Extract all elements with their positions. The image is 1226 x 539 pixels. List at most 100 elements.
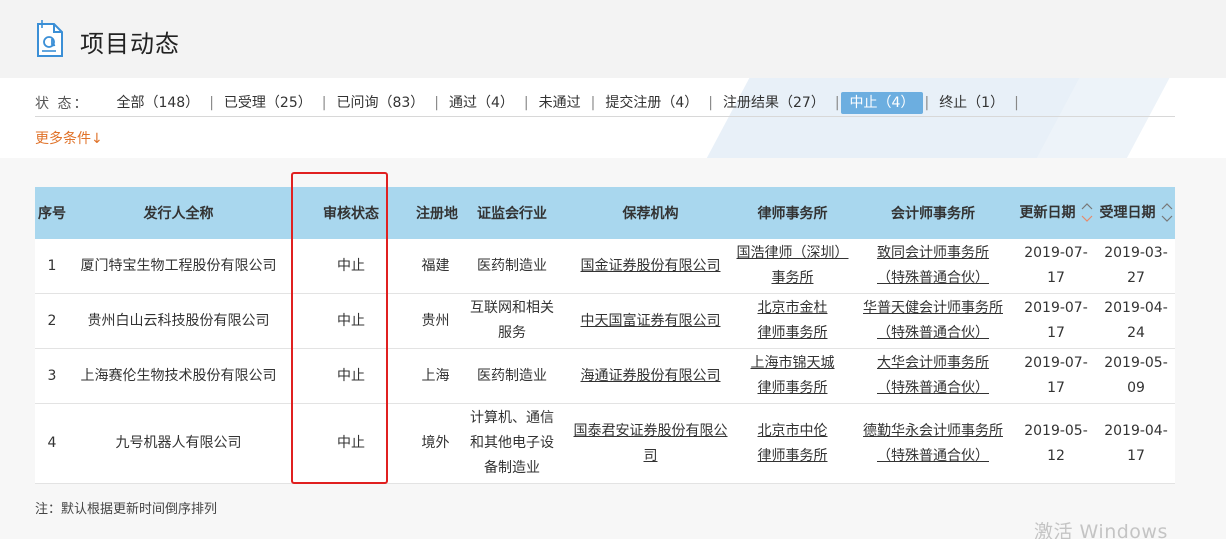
status-filter-item[interactable]: 注册结果（27） xyxy=(714,92,834,114)
cell-accounting-firm-line[interactable]: （特殊普通合伙） xyxy=(877,325,989,341)
sort-up-icon xyxy=(1161,203,1172,210)
cell-region: 境外 xyxy=(414,403,457,484)
table-body: 1 厦门特宝生物工程股份有限公司 中止 福建 医药制造业 国金证券股份有限公司 国浩律师（深… xyxy=(35,239,1175,484)
cell-status-text: 中止 xyxy=(337,367,365,384)
more-conditions-link[interactable]: 更多条件↓ xyxy=(35,128,103,148)
filter-separator: | xyxy=(590,95,596,111)
table-header-row: 序号 发行人全称 审核状态 注册地 证监会行业 保荐机构 律师事务所 会计师事务… xyxy=(35,187,1175,239)
status-filter-item[interactable]: 通过（4） xyxy=(440,92,523,114)
cell-issuer-text: 九号机器人有限公司 xyxy=(115,435,242,451)
cell-law-firm-line[interactable]: 北京市中伦 xyxy=(758,423,828,439)
cell-updated-date-text: 2019-07-17 xyxy=(1024,355,1088,396)
table-row: 3 上海赛伦生物技术股份有限公司 中止 上海 医药制造业 海通证券股份有限公司 上海市锦天城… xyxy=(35,348,1175,404)
cell-sponsor[interactable]: 国泰君安证券股份有限公司 xyxy=(567,403,734,484)
column-header-law-firm: 律师事务所 xyxy=(734,187,851,239)
cell-no: 2 xyxy=(35,293,69,349)
cell-no-text: 4 xyxy=(47,435,57,451)
cell-accounting-firm-line[interactable]: 华普天健会计师事务所 xyxy=(863,300,1003,316)
cell-no: 1 xyxy=(35,239,69,294)
cell-industry-line: 备制造业 xyxy=(484,460,540,476)
table-row: 2 贵州白山云科技股份有限公司 中止 贵州 互联网和相关 服务 中天国富证券有限公司 北京市金… xyxy=(35,293,1175,349)
filter-separator: | xyxy=(1014,95,1019,111)
column-header-issuer: 发行人全称 xyxy=(69,187,288,239)
cell-updated-date: 2019-07-17 xyxy=(1015,293,1097,349)
sort-arrows-icon[interactable] xyxy=(1161,200,1173,226)
cell-law-firm-line[interactable]: 律师事务所 xyxy=(758,325,828,341)
cell-law-firm[interactable]: 北京市中伦律师事务所 xyxy=(734,403,851,484)
cell-industry-line: 互联网和相关 xyxy=(470,300,554,316)
cell-status-text: 中止 xyxy=(337,435,365,451)
cell-region: 上海 xyxy=(414,348,457,404)
cell-law-firm-line[interactable]: 上海市锦天城 xyxy=(751,355,835,371)
status-filter-item[interactable]: 未通过 xyxy=(530,92,590,114)
status-filter-item[interactable]: 终止（1） xyxy=(930,92,1013,114)
column-header-updated-date[interactable]: 更新日期 xyxy=(1015,187,1097,239)
column-header-accepted-date[interactable]: 受理日期 xyxy=(1097,187,1175,239)
cell-law-firm[interactable]: 北京市金杜律师事务所 xyxy=(734,293,851,349)
cell-no-text: 3 xyxy=(47,367,57,384)
cell-region-text: 境外 xyxy=(421,435,450,451)
cell-issuer: 厦门特宝生物工程股份有限公司 xyxy=(69,239,288,294)
updated-date-label: 更新日期 xyxy=(1019,205,1076,221)
cell-accounting-firm-line[interactable]: 大华会计师事务所 xyxy=(877,355,989,371)
sort-down-icon xyxy=(1161,215,1172,222)
sort-arrows-icon[interactable] xyxy=(1081,200,1093,226)
cell-sponsor[interactable]: 国金证券股份有限公司 xyxy=(567,239,734,294)
cell-accounting-firm[interactable]: 大华会计师事务所 （特殊普通合伙） xyxy=(851,348,1015,404)
cell-sponsor-text[interactable]: 国金证券股份有限公司 xyxy=(581,258,721,274)
status-filter-list: 全部（148） | 已受理（25） | 已问询（83） | 通过（4） | 未通过 | 提交注册（4… xyxy=(107,92,1019,114)
status-filter-item[interactable]: 全部（148） xyxy=(107,92,208,114)
cell-law-firm-line[interactable]: 国浩律师（深圳） xyxy=(737,245,849,261)
cell-issuer: 贵州白山云科技股份有限公司 xyxy=(69,293,288,349)
cell-accounting-firm[interactable]: 华普天健会计师事务所 （特殊普通合伙） xyxy=(851,293,1015,349)
cell-issuer-text: 厦门特宝生物工程股份有限公司 xyxy=(80,257,277,274)
filter-separator: | xyxy=(209,95,214,111)
project-table: 序号 发行人全称 审核状态 注册地 证监会行业 保荐机构 律师事务所 会计师事务… xyxy=(35,187,1175,484)
document-at-icon xyxy=(37,20,63,57)
cell-sponsor[interactable]: 中天国富证券有限公司 xyxy=(567,293,734,349)
column-header-accounting-firm: 会计师事务所 xyxy=(851,187,1015,239)
status-filter-item[interactable]: 提交注册（4） xyxy=(596,92,707,114)
cell-region-text: 贵州 xyxy=(421,312,450,329)
footnote: 注：默认根据更新时间倒序排列 xyxy=(35,502,218,517)
divider xyxy=(35,116,1175,117)
cell-region: 贵州 xyxy=(414,293,457,349)
cell-industry-line: 计算机、通信 xyxy=(470,410,554,426)
cell-sponsor-text[interactable]: 中天国富证券有限公司 xyxy=(581,313,721,329)
cell-accounting-firm[interactable]: 德勤华永会计师事务所 （特殊普通合伙） xyxy=(851,403,1015,484)
cell-law-firm-line[interactable]: 律师事务所 xyxy=(758,448,828,464)
cell-industry-line: 服务 xyxy=(498,325,526,341)
cell-no: 3 xyxy=(35,348,69,404)
cell-status-text: 中止 xyxy=(337,257,365,274)
cell-sponsor[interactable]: 海通证券股份有限公司 xyxy=(567,348,734,404)
status-filter-item[interactable]: 已受理（25） xyxy=(215,92,321,114)
cell-accounting-firm-line[interactable]: （特殊普通合伙） xyxy=(877,270,989,286)
cell-accounting-firm-line[interactable]: 致同会计师事务所 xyxy=(877,245,989,261)
cell-sponsor-text[interactable]: 海通证券股份有限公司 xyxy=(581,368,721,384)
status-filter-item[interactable]: 已问询（83） xyxy=(327,92,433,114)
cell-no: 4 xyxy=(35,403,69,484)
cell-issuer: 九号机器人有限公司 xyxy=(69,403,288,484)
cell-law-firm-line[interactable]: 律师事务所 xyxy=(758,380,828,396)
cell-law-firm-line[interactable]: 事务所 xyxy=(772,270,814,286)
cell-accounting-firm-line[interactable]: 德勤华永会计师事务所 xyxy=(863,423,1003,439)
cell-status: 中止 xyxy=(288,239,414,294)
status-filter-item[interactable]: 中止（4） xyxy=(840,92,924,114)
cell-issuer: 上海赛伦生物技术股份有限公司 xyxy=(69,348,288,404)
cell-issuer-text: 贵州白山云科技股份有限公司 xyxy=(87,312,270,329)
cell-accounting-firm-line[interactable]: （特殊普通合伙） xyxy=(877,380,989,396)
cell-law-firm[interactable]: 国浩律师（深圳） 事务所 xyxy=(734,239,851,294)
cell-status: 中止 xyxy=(288,293,414,349)
cell-updated-date: 2019-05-12 xyxy=(1015,403,1097,484)
status-filter-row: 状 态： 全部（148） | 已受理（25） | 已问询（83） | 通过（4） | 未通过 | 提… xyxy=(35,92,1020,114)
cell-accounting-firm-line[interactable]: （特殊普通合伙） xyxy=(877,448,989,464)
cell-status: 中止 xyxy=(288,403,414,484)
cell-industry: 互联网和相关 服务 xyxy=(457,293,567,349)
cell-accounting-firm[interactable]: 致同会计师事务所 （特殊普通合伙） xyxy=(851,239,1015,294)
cell-accepted-date-text: 2019-04-24 xyxy=(1104,300,1168,341)
cell-sponsor-text[interactable]: 国泰君安证券股份有限公司 xyxy=(574,423,728,464)
cell-accepted-date-text: 2019-03-27 xyxy=(1104,245,1168,286)
cell-law-firm-line[interactable]: 北京市金杜 xyxy=(758,300,828,316)
filter-separator: | xyxy=(708,95,713,111)
cell-law-firm[interactable]: 上海市锦天城 律师事务所 xyxy=(734,348,851,404)
